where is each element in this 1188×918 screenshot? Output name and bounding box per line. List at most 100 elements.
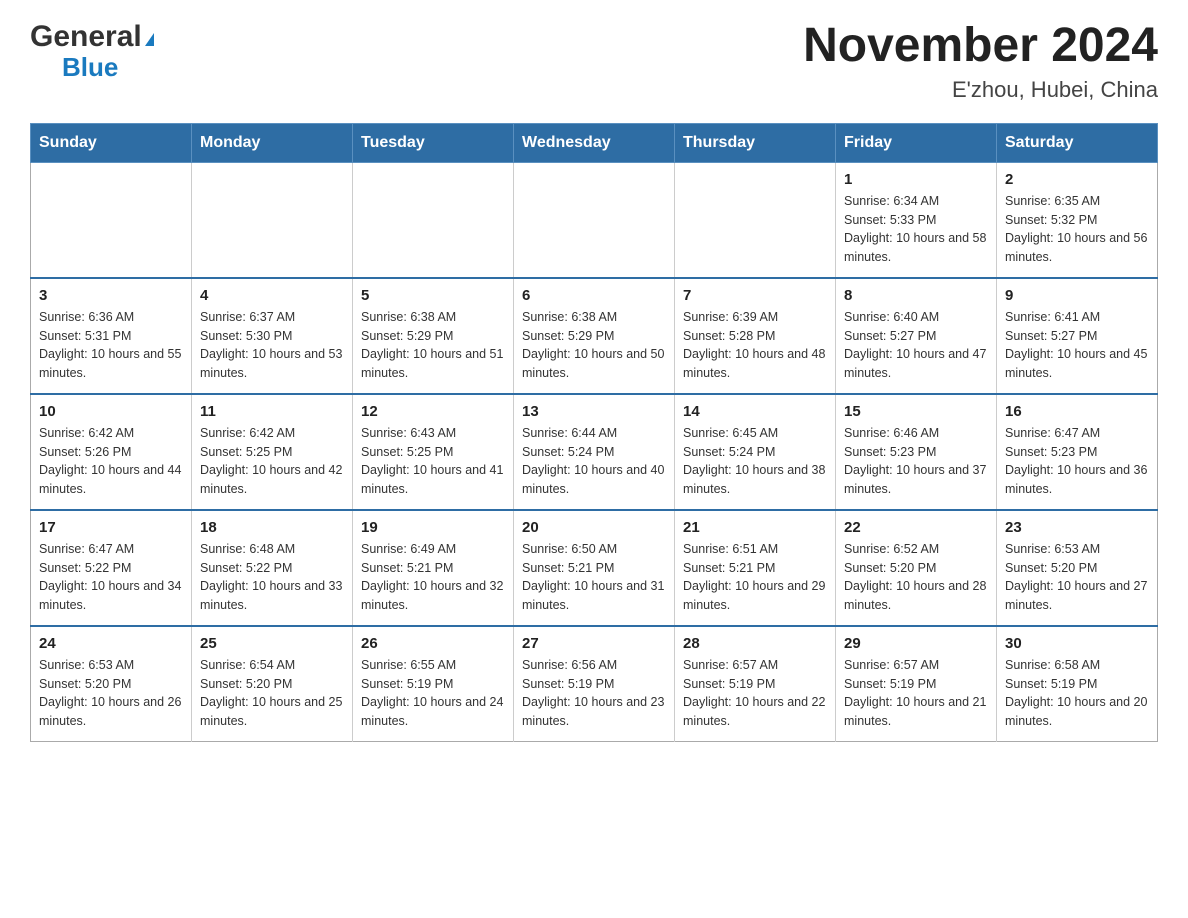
day-number: 11 — [200, 403, 344, 420]
weekday-header-wednesday: Wednesday — [514, 123, 675, 162]
calendar-table: SundayMondayTuesdayWednesdayThursdayFrid… — [30, 123, 1158, 742]
calendar-week-row: 3 Sunrise: 6:36 AM Sunset: 5:31 PM Daylig… — [31, 278, 1158, 394]
day-number: 29 — [844, 635, 988, 652]
day-info: Sunrise: 6:44 AM Sunset: 5:24 PM Dayligh… — [522, 424, 666, 499]
day-info: Sunrise: 6:35 AM Sunset: 5:32 PM Dayligh… — [1005, 192, 1149, 267]
weekday-header-sunday: Sunday — [31, 123, 192, 162]
calendar-cell — [31, 162, 192, 278]
day-number: 8 — [844, 287, 988, 304]
calendar-cell: 11Sunrise: 6:42 AM Sunset: 5:25 PM Dayli… — [192, 394, 353, 510]
calendar-cell: 21 Sunrise: 6:51 AM Sunset: 5:21 PM Dayli… — [675, 510, 836, 626]
weekday-header-monday: Monday — [192, 123, 353, 162]
day-number: 22 — [844, 519, 988, 536]
day-info: Sunrise: 6:43 AM Sunset: 5:25 PM Dayligh… — [361, 424, 505, 499]
calendar-cell: 25Sunrise: 6:54 AM Sunset: 5:20 PM Dayli… — [192, 626, 353, 742]
calendar-body: 1Sunrise: 6:34 AM Sunset: 5:33 PM Daylig… — [31, 162, 1158, 741]
calendar-cell: 19 Sunrise: 6:49 AM Sunset: 5:21 PM Dayli… — [353, 510, 514, 626]
day-number: 16 — [1005, 403, 1149, 420]
weekday-header-saturday: Saturday — [997, 123, 1158, 162]
calendar-cell: 2 Sunrise: 6:35 AM Sunset: 5:32 PM Daylig… — [997, 162, 1158, 278]
calendar-cell: 30 Sunrise: 6:58 AM Sunset: 5:19 PM Dayli… — [997, 626, 1158, 742]
day-info: Sunrise: 6:49 AM Sunset: 5:21 PM Dayligh… — [361, 540, 505, 615]
calendar-cell: 10 Sunrise: 6:42 AM Sunset: 5:26 PM Dayli… — [31, 394, 192, 510]
calendar-cell — [675, 162, 836, 278]
day-info: Sunrise: 6:54 AM Sunset: 5:20 PM Dayligh… — [200, 656, 344, 731]
logo-triangle-icon — [145, 33, 154, 46]
calendar-cell: 5 Sunrise: 6:38 AM Sunset: 5:29 PM Daylig… — [353, 278, 514, 394]
day-info: Sunrise: 6:46 AM Sunset: 5:23 PM Dayligh… — [844, 424, 988, 499]
calendar-cell: 1Sunrise: 6:34 AM Sunset: 5:33 PM Daylig… — [836, 162, 997, 278]
day-number: 17 — [39, 519, 183, 536]
day-number: 12 — [361, 403, 505, 420]
day-info: Sunrise: 6:42 AM Sunset: 5:26 PM Dayligh… — [39, 424, 183, 499]
calendar-cell: 14Sunrise: 6:45 AM Sunset: 5:24 PM Dayli… — [675, 394, 836, 510]
day-number: 13 — [522, 403, 666, 420]
day-info: Sunrise: 6:47 AM Sunset: 5:23 PM Dayligh… — [1005, 424, 1149, 499]
calendar-cell: 23Sunrise: 6:53 AM Sunset: 5:20 PM Dayli… — [997, 510, 1158, 626]
calendar-cell — [353, 162, 514, 278]
logo: General Blue — [30, 20, 154, 83]
calendar-cell: 6 Sunrise: 6:38 AM Sunset: 5:29 PM Daylig… — [514, 278, 675, 394]
day-info: Sunrise: 6:51 AM Sunset: 5:21 PM Dayligh… — [683, 540, 827, 615]
calendar-cell: 26Sunrise: 6:55 AM Sunset: 5:19 PM Dayli… — [353, 626, 514, 742]
day-info: Sunrise: 6:37 AM Sunset: 5:30 PM Dayligh… — [200, 308, 344, 383]
calendar-cell: 15 Sunrise: 6:46 AM Sunset: 5:23 PM Dayli… — [836, 394, 997, 510]
weekday-header-thursday: Thursday — [675, 123, 836, 162]
calendar-cell: 24Sunrise: 6:53 AM Sunset: 5:20 PM Dayli… — [31, 626, 192, 742]
day-info: Sunrise: 6:50 AM Sunset: 5:21 PM Dayligh… — [522, 540, 666, 615]
day-number: 3 — [39, 287, 183, 304]
calendar-cell: 22 Sunrise: 6:52 AM Sunset: 5:20 PM Dayli… — [836, 510, 997, 626]
day-number: 2 — [1005, 171, 1149, 188]
day-info: Sunrise: 6:58 AM Sunset: 5:19 PM Dayligh… — [1005, 656, 1149, 731]
calendar-cell: 4 Sunrise: 6:37 AM Sunset: 5:30 PM Daylig… — [192, 278, 353, 394]
day-info: Sunrise: 6:36 AM Sunset: 5:31 PM Dayligh… — [39, 308, 183, 383]
calendar-cell: 20 Sunrise: 6:50 AM Sunset: 5:21 PM Dayli… — [514, 510, 675, 626]
day-info: Sunrise: 6:55 AM Sunset: 5:19 PM Dayligh… — [361, 656, 505, 731]
day-number: 27 — [522, 635, 666, 652]
calendar-cell: 27Sunrise: 6:56 AM Sunset: 5:19 PM Dayli… — [514, 626, 675, 742]
day-info: Sunrise: 6:47 AM Sunset: 5:22 PM Dayligh… — [39, 540, 183, 615]
calendar-cell: 3 Sunrise: 6:36 AM Sunset: 5:31 PM Daylig… — [31, 278, 192, 394]
day-number: 21 — [683, 519, 827, 536]
calendar-week-row: 10 Sunrise: 6:42 AM Sunset: 5:26 PM Dayli… — [31, 394, 1158, 510]
day-number: 14 — [683, 403, 827, 420]
day-number: 18 — [200, 519, 344, 536]
day-number: 10 — [39, 403, 183, 420]
day-info: Sunrise: 6:39 AM Sunset: 5:28 PM Dayligh… — [683, 308, 827, 383]
calendar-cell: 17 Sunrise: 6:47 AM Sunset: 5:22 PM Dayli… — [31, 510, 192, 626]
day-number: 4 — [200, 287, 344, 304]
page-header: General Blue November 2024 E'zhou, Hubei… — [30, 20, 1158, 103]
title-block: November 2024 E'zhou, Hubei, China — [803, 20, 1158, 103]
day-info: Sunrise: 6:57 AM Sunset: 5:19 PM Dayligh… — [683, 656, 827, 731]
calendar-week-row: 1Sunrise: 6:34 AM Sunset: 5:33 PM Daylig… — [31, 162, 1158, 278]
day-number: 6 — [522, 287, 666, 304]
calendar-week-row: 17 Sunrise: 6:47 AM Sunset: 5:22 PM Dayli… — [31, 510, 1158, 626]
weekday-header-row: SundayMondayTuesdayWednesdayThursdayFrid… — [31, 123, 1158, 162]
calendar-cell: 13 Sunrise: 6:44 AM Sunset: 5:24 PM Dayli… — [514, 394, 675, 510]
day-number: 23 — [1005, 519, 1149, 536]
calendar-subtitle: E'zhou, Hubei, China — [803, 77, 1158, 103]
day-number: 9 — [1005, 287, 1149, 304]
day-number: 5 — [361, 287, 505, 304]
day-number: 19 — [361, 519, 505, 536]
day-info: Sunrise: 6:57 AM Sunset: 5:19 PM Dayligh… — [844, 656, 988, 731]
calendar-cell: 16 Sunrise: 6:47 AM Sunset: 5:23 PM Dayli… — [997, 394, 1158, 510]
logo-general-text: General — [30, 20, 142, 54]
day-info: Sunrise: 6:48 AM Sunset: 5:22 PM Dayligh… — [200, 540, 344, 615]
day-info: Sunrise: 6:38 AM Sunset: 5:29 PM Dayligh… — [522, 308, 666, 383]
day-info: Sunrise: 6:41 AM Sunset: 5:27 PM Dayligh… — [1005, 308, 1149, 383]
weekday-header-friday: Friday — [836, 123, 997, 162]
calendar-cell: 28 Sunrise: 6:57 AM Sunset: 5:19 PM Dayli… — [675, 626, 836, 742]
day-number: 20 — [522, 519, 666, 536]
calendar-cell: 12 Sunrise: 6:43 AM Sunset: 5:25 PM Dayli… — [353, 394, 514, 510]
calendar-cell — [192, 162, 353, 278]
day-info: Sunrise: 6:38 AM Sunset: 5:29 PM Dayligh… — [361, 308, 505, 383]
day-number: 30 — [1005, 635, 1149, 652]
day-info: Sunrise: 6:40 AM Sunset: 5:27 PM Dayligh… — [844, 308, 988, 383]
day-info: Sunrise: 6:52 AM Sunset: 5:20 PM Dayligh… — [844, 540, 988, 615]
calendar-cell: 18 Sunrise: 6:48 AM Sunset: 5:22 PM Dayli… — [192, 510, 353, 626]
calendar-header: SundayMondayTuesdayWednesdayThursdayFrid… — [31, 123, 1158, 162]
day-number: 15 — [844, 403, 988, 420]
day-info: Sunrise: 6:53 AM Sunset: 5:20 PM Dayligh… — [39, 656, 183, 731]
day-number: 28 — [683, 635, 827, 652]
